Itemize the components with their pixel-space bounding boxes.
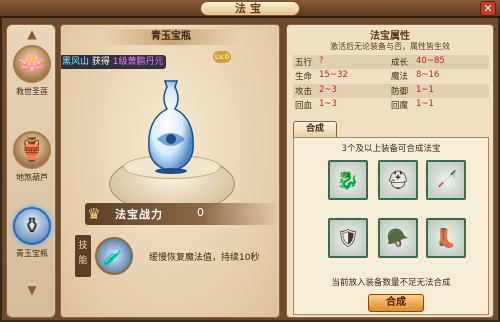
attr-key: 魔法 <box>391 72 409 83</box>
tab-compose[interactable]: 合成 <box>293 121 337 137</box>
attr-value: 1~1 <box>416 84 434 95</box>
attr-row: 回血 1~3 回魔 1~1 <box>293 98 489 112</box>
skill-tab[interactable]: 技能 <box>75 235 91 277</box>
sidebar-item-vase[interactable]: ⚱ 青玉宝瓶 <box>9 207 55 259</box>
attr-value: 2~3 <box>319 84 337 95</box>
power-label: 法宝战力 <box>115 208 163 221</box>
helmet-icon[interactable]: ⛑ <box>378 160 418 200</box>
attr-row: 五行 ? 成长 40~85 <box>293 55 489 70</box>
notice-action: 获得 <box>89 57 113 67</box>
mana-potion-icon[interactable]: 🧪 <box>95 237 133 275</box>
close-icon[interactable]: ✕ <box>480 1 496 16</box>
notice-item: 1级萧鹏丹元 <box>112 57 164 67</box>
broadcast-notice: 黑风山 获得 1级萧鹏丹元 <box>61 55 167 69</box>
item-name: 青玉宝瓶 <box>101 29 241 45</box>
attr-subtitle: 激活后无论装备与否，属性皆生效 <box>330 42 450 51</box>
level-badge: Lv.0 <box>213 51 231 63</box>
lotus-icon: 🪷 <box>13 45 51 83</box>
skill-description: 缓慢恢复魔法值，持续10秒 <box>149 253 260 263</box>
attr-row: 攻击 2~3 防御 1~1 <box>293 83 489 99</box>
treasure-display: 青玉宝瓶 黑风山 获得 1级萧鹏丹元 Lv.0 ♛ 法宝战力 0 技能 🧪 缓慢… <box>60 24 280 318</box>
sidebar-item-label: 地煞葫芦 <box>16 173 48 182</box>
attr-value: ? <box>319 56 324 66</box>
sidebar-item-label: 青玉宝瓶 <box>16 249 48 258</box>
compose-area: 3个及以上装备可合成法宝 🐉 ⛑ 🦯 🛡 🪖 👢 当前放入装备数量不足无法合成 … <box>293 137 489 315</box>
sidebar-item-gourd[interactable]: 🏺 地煞葫芦 <box>9 131 55 183</box>
compose-button[interactable]: 合成 <box>368 294 424 312</box>
chest-armor-icon[interactable]: 🛡 <box>328 218 368 258</box>
attr-value: 1~3 <box>319 99 337 110</box>
attr-key: 攻击 <box>295 86 313 97</box>
chevron-down-icon[interactable]: ▼ <box>18 283 46 297</box>
window-title: 法宝 <box>200 1 300 16</box>
attr-title: 法宝属性 <box>370 31 410 42</box>
attr-key: 成长 <box>391 58 409 68</box>
power-bar: ♛ 法宝战力 0 <box>85 203 279 225</box>
dragon-armor-icon[interactable]: 🐉 <box>328 160 368 200</box>
notice-player: 黑风山 <box>62 57 90 67</box>
treasure-sidebar: ▲ 🪷 救世圣莲 🏺 地煞葫芦 ⚱ 青玉宝瓶 ▼ <box>6 24 56 318</box>
power-value: 0 <box>197 206 204 219</box>
attr-key: 回魔 <box>391 101 409 112</box>
boots-icon[interactable]: 👢 <box>426 218 466 258</box>
attr-value: 8~16 <box>416 70 440 81</box>
attr-value: 40~85 <box>416 56 445 66</box>
sidebar-item-lotus[interactable]: 🪷 救世圣莲 <box>9 45 55 97</box>
shoulder-guard-icon[interactable]: 🪖 <box>378 218 418 258</box>
compose-hint: 3个及以上装备可合成法宝 <box>341 144 441 154</box>
attr-row: 生命 15~32 魔法 8~16 <box>293 69 489 83</box>
vase-icon: ⚱ <box>13 207 51 245</box>
jade-vase-image <box>148 80 194 174</box>
gourd-icon: 🏺 <box>13 131 51 169</box>
attr-value: 15~32 <box>319 70 348 81</box>
attr-key: 回血 <box>295 101 313 112</box>
power-icon: ♛ <box>87 205 101 223</box>
compose-warning: 当前放入装备数量不足无法合成 <box>331 278 451 288</box>
title-bar: 法宝 ✕ <box>0 0 500 18</box>
attr-key: 生命 <box>295 72 313 83</box>
attribute-panel: 法宝属性 激活后无论装备与否，属性皆生效 五行 ? 成长 40~85 生命 15… <box>286 24 494 318</box>
attr-key: 防御 <box>391 86 409 97</box>
sidebar-item-label: 救世圣莲 <box>16 87 48 96</box>
attr-value: 1~1 <box>416 99 434 110</box>
attr-table: 五行 ? 成长 40~85 生命 15~32 魔法 8~16 攻击 2~3 防御… <box>293 55 489 113</box>
chevron-up-icon[interactable]: ▲ <box>18 27 46 41</box>
attr-key: 五行 <box>295 58 313 68</box>
staff-icon[interactable]: 🦯 <box>426 160 466 200</box>
